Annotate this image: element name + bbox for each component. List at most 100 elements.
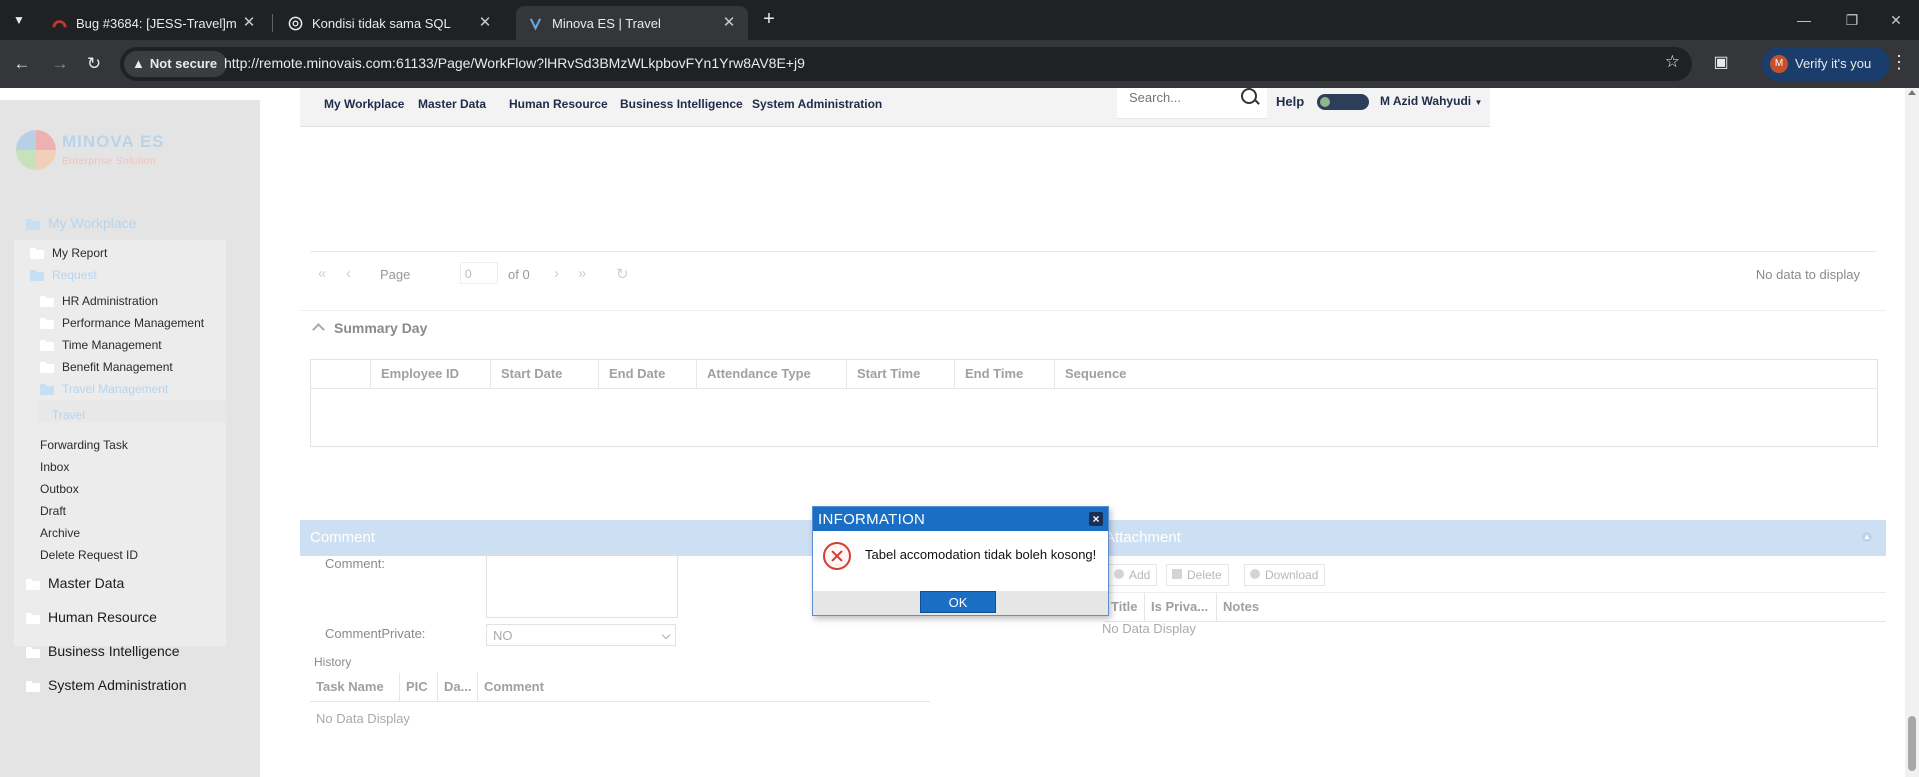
attachment-add-button[interactable]: Add [1108, 564, 1158, 586]
ok-button[interactable]: OK [920, 591, 996, 613]
sidebar-item-time-management[interactable]: Time Management [40, 334, 162, 356]
close-icon[interactable]: × [1089, 512, 1103, 526]
last-page-icon[interactable]: » [578, 265, 586, 282]
sidebar-item-benefit-management[interactable]: Benefit Management [40, 356, 173, 378]
bookmark-star-icon[interactable]: ☆ [1665, 52, 1680, 72]
tab-title: Minova ES | Travel [552, 16, 661, 31]
scrollbar-thumb[interactable] [1908, 716, 1916, 771]
topnav-system-administration[interactable]: System Administration [752, 97, 882, 111]
tab-minova-travel[interactable]: Minova ES | Travel ✕ [516, 6, 748, 40]
sidebar-item-system-administration[interactable]: System Administration [26, 674, 187, 696]
search-input[interactable] [1127, 89, 1236, 106]
column-start-time[interactable]: Start Time [847, 360, 955, 388]
attachment-column-notes[interactable]: Notes [1217, 593, 1417, 621]
new-tab-plus-icon[interactable]: + [756, 6, 782, 32]
back-arrow-icon[interactable]: ← [10, 52, 34, 76]
user-avatar-toggle[interactable] [1317, 94, 1369, 110]
attachment-download-button[interactable]: Download [1244, 564, 1326, 586]
column-start-date[interactable]: Start Date [491, 360, 599, 388]
summary-day-title: Summary Day [334, 320, 428, 336]
restore-window-icon[interactable]: ❐ [1832, 6, 1872, 34]
attachment-column-title[interactable]: Title [1105, 593, 1145, 621]
sidebar-item-outbox[interactable]: Outbox [40, 478, 79, 500]
topnav-my-workplace[interactable]: My Workplace [324, 97, 404, 111]
sidebar-item-my-report[interactable]: My Report [30, 242, 107, 264]
sidebar-item-label: Travel Management [62, 382, 169, 396]
page-number-input[interactable]: 0 [460, 262, 498, 284]
search-icon[interactable] [1241, 88, 1257, 104]
sidebar-item-draft[interactable]: Draft [40, 500, 66, 522]
collapse-chevron-icon[interactable] [312, 323, 325, 336]
sidebar-item-delete-request-id[interactable]: Delete Request ID [40, 544, 138, 566]
close-tab-icon[interactable]: ✕ [240, 13, 258, 31]
sidebar-item-performance-management[interactable]: Performance Management [40, 312, 204, 334]
page-scrollbar[interactable] [1905, 88, 1919, 777]
summary-day-grid: Employee ID Start Date End Date Attendan… [310, 359, 1878, 447]
extensions-puzzle-icon[interactable]: ▣ [1709, 52, 1733, 76]
minimize-window-icon[interactable]: — [1784, 6, 1824, 34]
main-content: My Workplace Master Data Human Resource … [300, 88, 1886, 777]
attachment-column-is-private[interactable]: Is Priva... [1145, 593, 1217, 621]
comment-private-select[interactable]: NO [486, 624, 676, 646]
address-bar[interactable]: ▲ Not secure http://remote.minovais.com:6… [120, 47, 1692, 81]
sidebar-item-business-intelligence[interactable]: Business Intelligence [26, 640, 180, 662]
tab-search-chevron-icon[interactable]: ▼ [6, 8, 32, 32]
folder-icon [40, 318, 54, 329]
sidebar-item-hr-administration[interactable]: HR Administration [40, 290, 158, 312]
column-attendance-type[interactable]: Attendance Type [697, 360, 847, 388]
forward-arrow-icon[interactable]: → [48, 52, 72, 76]
topnav-human-resource[interactable]: Human Resource [509, 97, 608, 111]
scroll-up-arrow-icon[interactable] [1908, 90, 1916, 95]
reload-icon[interactable]: ↻ [82, 52, 106, 76]
history-column-comment[interactable]: Comment [478, 673, 678, 701]
security-chip[interactable]: ▲ Not secure [124, 51, 228, 77]
browser-menu-kebab-icon[interactable]: ⋮ [1890, 52, 1908, 76]
tab-title: Kondisi tidak sama SQL [312, 16, 451, 31]
close-window-icon[interactable]: ✕ [1876, 6, 1916, 34]
sidebar-item-archive[interactable]: Archive [40, 522, 80, 544]
dialog-header[interactable]: INFORMATION × [813, 507, 1108, 531]
sidebar-item-label: Time Management [62, 338, 162, 352]
history-column-pic[interactable]: PIC [400, 673, 438, 701]
history-column-task-name[interactable]: Task Name [310, 673, 400, 701]
sidebar-item-request[interactable]: Request [30, 264, 97, 286]
collapse-caret-icon[interactable]: ▲ [1862, 532, 1872, 542]
sidebar-item-travel-management[interactable]: Travel Management [40, 378, 168, 400]
tab-kondisi-sql[interactable]: Kondisi tidak sama SQL ✕ [276, 6, 504, 40]
history-column-date[interactable]: Da... [438, 673, 478, 701]
tab-bug-3684[interactable]: Bug #3684: [JESS-Travel]mohon ✕ [40, 6, 268, 40]
close-tab-icon[interactable]: ✕ [476, 13, 494, 31]
comment-textarea[interactable] [486, 554, 678, 618]
column-end-time[interactable]: End Time [955, 360, 1055, 388]
sidebar-item-inbox[interactable]: Inbox [40, 456, 69, 478]
sidebar-item-my-workplace[interactable]: My Workplace [26, 212, 136, 234]
sidebar-item-travel[interactable]: Travel [52, 404, 85, 426]
help-link[interactable]: Help [1276, 94, 1304, 109]
history-label: History [314, 655, 352, 669]
folder-icon [40, 340, 54, 351]
sidebar-item-forwarding-task[interactable]: Forwarding Task [40, 434, 128, 456]
add-label: Add [1129, 568, 1151, 582]
prev-page-icon[interactable]: ‹ [346, 265, 351, 282]
topnav-business-intelligence[interactable]: Business Intelligence [620, 97, 743, 111]
url-text[interactable]: http://remote.minovais.com:61133/Page/Wo… [224, 55, 805, 71]
column-employee-id[interactable]: Employee ID [371, 360, 491, 388]
page-viewport: MINOVA ES Enterprise Solution My Workpla… [0, 88, 1919, 777]
user-name: M Azid Wahyudi [1380, 94, 1472, 108]
sidebar-item-human-resource[interactable]: Human Resource [26, 606, 157, 628]
close-tab-icon[interactable]: ✕ [720, 13, 738, 31]
refresh-icon[interactable]: ↻ [616, 265, 629, 283]
folder-icon [26, 613, 40, 624]
verify-identity-button[interactable]: M Verify it's you [1762, 47, 1890, 81]
first-page-icon[interactable]: « [318, 265, 326, 282]
next-page-icon[interactable]: › [554, 265, 559, 282]
user-menu[interactable]: M Azid Wahyudi ▼ [1380, 94, 1482, 108]
attachment-delete-button[interactable]: Delete [1166, 564, 1229, 586]
topnav-master-data[interactable]: Master Data [418, 97, 486, 111]
sidebar-item-master-data[interactable]: Master Data [26, 572, 124, 594]
column-sequence[interactable]: Sequence [1055, 360, 1175, 388]
minova-logo-icon [16, 130, 56, 170]
column-end-date[interactable]: End Date [599, 360, 697, 388]
grid-rownum-column [311, 360, 371, 388]
browser-toolbar: ← → ↻ ▲ Not secure http://remote.minovais… [0, 40, 1919, 88]
